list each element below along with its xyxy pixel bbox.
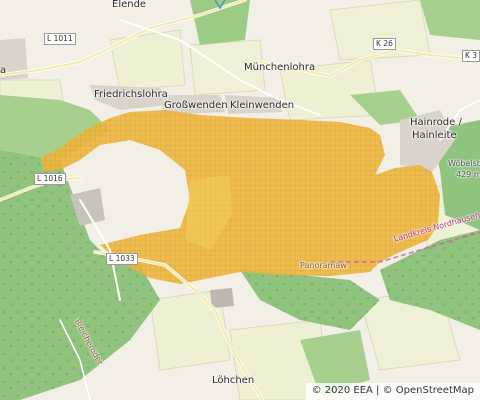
peak-woebelsburg-elevation: 429 m (456, 170, 480, 179)
place-west-edge: a (0, 65, 7, 76)
map-canvas[interactable] (0, 0, 480, 400)
place-grosswenden: Großwenden (164, 100, 228, 111)
eea-attribution-link[interactable]: © 2020 EEA (312, 385, 373, 396)
place-friedrichslohra: Friedrichslohra (94, 89, 168, 100)
place-hainrode-line1: Hainrode / (410, 117, 462, 128)
place-loehchen: Löhchen (212, 375, 255, 386)
map-view[interactable]: Elende Friedrichslohra Großwenden Kleinw… (0, 0, 480, 400)
road-label-l1033: L 1033 (106, 253, 138, 265)
place-elende: Elende (112, 0, 147, 10)
road-label-l1016: L 1016 (34, 173, 66, 185)
map-attribution: © 2020 EEA | © OpenStreetMap (305, 383, 480, 400)
road-label-k3: K 3 (462, 50, 480, 62)
place-kleinwenden: Kleinwenden (230, 100, 295, 111)
place-hainrode-line2: Hainleite (412, 130, 457, 141)
trail-label: Panoramaw (300, 261, 347, 270)
attribution-separator: | (376, 385, 380, 396)
osm-attribution-link[interactable]: © OpenStreetMap (383, 385, 474, 396)
road-label-l1011: L 1011 (44, 33, 76, 45)
peak-woebelsburg-name: Wöbelsb (448, 159, 480, 168)
road-label-k26: K 26 (373, 38, 396, 50)
place-muenchenlohra: Münchenlohra (244, 62, 316, 73)
